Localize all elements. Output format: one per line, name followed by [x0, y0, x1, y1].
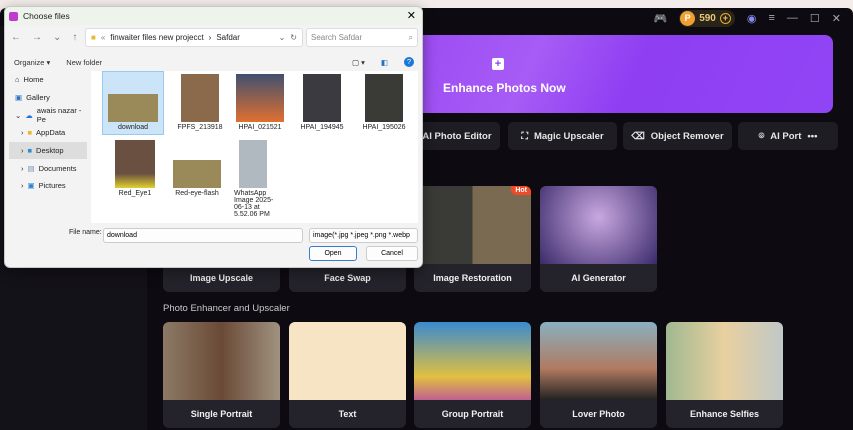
home-icon: ⌂ — [15, 75, 20, 85]
file-name-input[interactable]: download — [103, 228, 303, 243]
tree-onedrive[interactable]: ⌄ ☁ awais nazar - Pe — [9, 106, 87, 124]
plus-icon: + — [492, 58, 504, 70]
folder-icon: ■ — [27, 128, 33, 138]
account-icon[interactable]: ◉ — [747, 12, 757, 25]
dialog-close-button[interactable]: ✕ — [407, 9, 416, 22]
cloud-icon: ☁ — [25, 110, 33, 120]
file-type-select[interactable]: image(*.jpg *.jpeg *.png *.webp — [309, 228, 418, 243]
app-logo-icon — [9, 11, 18, 21]
organize-button[interactable]: Organize ▾ — [14, 58, 50, 67]
desktop-icon: ■ — [27, 146, 33, 156]
thumbnail — [115, 140, 155, 188]
new-folder-button[interactable]: New folder — [66, 58, 102, 67]
card-group-portrait[interactable]: Group Portrait — [414, 322, 531, 428]
pictures-icon: ▣ — [27, 181, 35, 191]
back-icon[interactable]: ← — [11, 32, 21, 43]
file-item[interactable]: Red_Eye1 — [104, 140, 166, 197]
card-image-restoration[interactable]: Hot Image Restoration — [414, 186, 531, 292]
discord-icon[interactable]: 🎮 — [653, 12, 667, 25]
eraser-icon: ⌫ — [631, 130, 645, 142]
card-image — [289, 322, 406, 400]
hot-badge: Hot — [511, 186, 531, 195]
thumbnail — [239, 140, 267, 188]
refresh-icon[interactable]: ↻ — [290, 33, 302, 42]
documents-icon: ▤ — [27, 163, 35, 173]
nav-bar: ← → ⌄ ↑ ■ «finwaiter files new projecct › Safd… — [5, 27, 422, 51]
card-image — [414, 322, 531, 400]
cancel-button[interactable]: Cancel — [366, 246, 418, 261]
file-item[interactable]: download — [102, 71, 164, 135]
card-image — [414, 186, 531, 264]
camera-icon: ⌾ — [758, 130, 765, 142]
file-name-label: File name: — [69, 229, 102, 236]
card-ai-generator[interactable]: AI Generator — [540, 186, 657, 292]
command-bar: Organize ▾ New folder ▢ ▾ ◧? — [5, 53, 422, 71]
file-item[interactable]: FPFS_213918 — [169, 74, 231, 131]
tree-pictures[interactable]: › ▣ Pictures — [9, 177, 87, 195]
tree-gallery[interactable]: ▣ Gallery — [9, 89, 87, 107]
file-item[interactable]: Red-eye-flash — [166, 160, 228, 197]
gallery-icon: ▣ — [15, 93, 23, 103]
thumbnail — [303, 74, 341, 122]
card-lover-photo[interactable]: Lover Photo — [540, 322, 657, 428]
address-bar[interactable]: ■ «finwaiter files new projecct › Safdar ⌄ ↻ — [85, 28, 303, 47]
thumbnail — [108, 94, 158, 122]
card-image — [666, 322, 783, 400]
section-title: Photo Enhancer and Upscaler — [163, 303, 290, 314]
tool-object-remover[interactable]: ⌫ Object Remover — [623, 122, 732, 150]
dialog-title-bar: Choose files — [5, 7, 422, 25]
close-button[interactable]: ✕ — [832, 12, 841, 25]
menu-icon[interactable]: ≡ — [768, 12, 774, 24]
help-icon[interactable]: ? — [404, 57, 414, 67]
file-dialog: Choose files ✕ ← → ⌄ ↑ ■ «finwaiter files ne… — [4, 6, 423, 268]
card-enhance-selfies[interactable]: Enhance Selfies — [666, 322, 783, 428]
thumbnail — [173, 160, 221, 188]
search-input[interactable]: Search Safdar ⌕ — [306, 28, 418, 47]
file-item[interactable]: HPAI_021521 — [229, 74, 291, 131]
up-icon[interactable]: ↑ — [72, 32, 77, 43]
tool-ai-port[interactable]: ⌾ AI Port ••• — [738, 122, 838, 150]
open-button[interactable]: Open — [309, 246, 357, 261]
maximize-button[interactable]: ☐ — [810, 12, 820, 25]
card-image — [540, 186, 657, 264]
coin-balance[interactable]: P 590 + — [679, 9, 735, 27]
card-image — [540, 322, 657, 400]
tool-magic-upscaler[interactable]: ⛶ Magic Upscaler — [508, 122, 617, 150]
coin-icon: P — [680, 10, 696, 26]
upscale-icon: ⛶ — [521, 130, 528, 142]
file-item[interactable]: HPAI_194945 — [291, 74, 353, 131]
dropdown-icon[interactable]: ⌄ — [279, 33, 286, 42]
nav-tree: ⌂ Home ▣ Gallery ⌄ ☁ awais nazar - Pe › ■ AppD… — [9, 71, 87, 223]
thumbnail — [365, 74, 403, 122]
view-icon[interactable]: ▢ ▾ — [352, 58, 365, 67]
folder-icon: ■ — [91, 33, 96, 42]
forward-icon[interactable]: → — [32, 32, 42, 43]
tool-ai-photo-editor[interactable]: AI Photo Editor — [414, 122, 500, 150]
more-icon[interactable]: ••• — [807, 131, 817, 142]
tree-appdata[interactable]: › ■ AppData — [9, 124, 87, 142]
file-item[interactable]: HPAI_195026 — [353, 74, 415, 131]
tree-home[interactable]: ⌂ Home — [9, 71, 87, 89]
thumbnail — [181, 74, 219, 122]
card-text[interactable]: Text — [289, 322, 406, 428]
card-image — [163, 322, 280, 400]
card-single-portrait[interactable]: Single Portrait — [163, 322, 280, 428]
add-coins-icon[interactable]: + — [719, 12, 731, 24]
tree-desktop[interactable]: › ■ Desktop — [9, 141, 87, 160]
file-list: download FPFS_213918 HPAI_021521 HPAI_19… — [91, 71, 418, 223]
tree-documents[interactable]: › ▤ Documents — [9, 159, 87, 177]
thumbnail — [236, 74, 284, 122]
file-item[interactable]: WhatsApp Image 2025-06-13 at 5.52.06 PM — [229, 140, 279, 218]
preview-pane-icon[interactable]: ◧ — [381, 58, 388, 67]
search-icon: ⌕ — [408, 33, 413, 42]
minimize-button[interactable]: — — [787, 12, 798, 24]
recent-icon[interactable]: ⌄ — [53, 32, 61, 43]
